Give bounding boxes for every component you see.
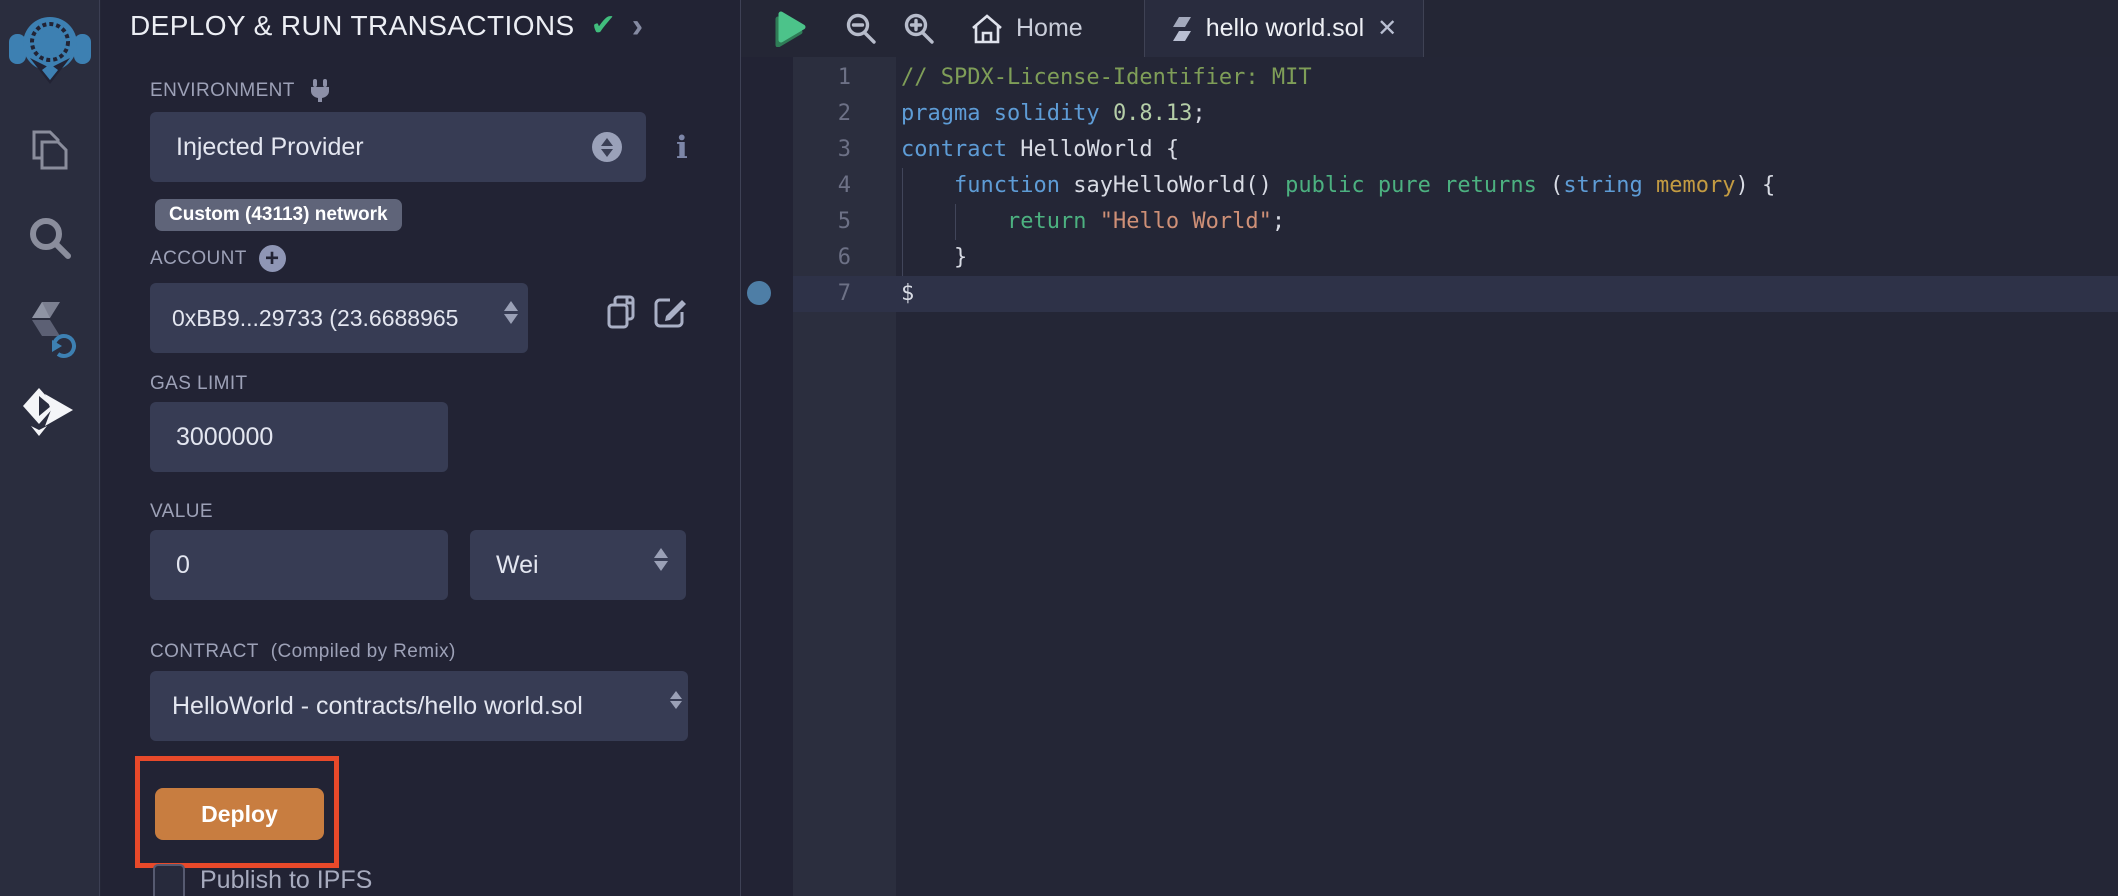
contract-stepper-icon[interactable] xyxy=(670,691,682,709)
line-source: $ xyxy=(901,276,914,312)
code-line: 7$ xyxy=(741,276,2118,312)
edit-icon[interactable] xyxy=(652,294,688,330)
value-unit-select[interactable]: Wei xyxy=(470,530,686,600)
remix-ide-window: DEPLOY & RUN TRANSACTIONS ✔ › ENVIRONMEN… xyxy=(0,0,2118,896)
code-line: 5 return "Hello World"; xyxy=(741,204,2118,240)
value-label: VALUE xyxy=(150,501,213,523)
line-source: contract HelloWorld { xyxy=(901,132,1179,168)
file-explorer-icon[interactable] xyxy=(0,126,100,174)
code-line: 6 } xyxy=(741,240,2118,276)
icon-rail xyxy=(0,0,100,896)
remix-logo[interactable] xyxy=(0,6,100,90)
account-label: ACCOUNT xyxy=(150,248,247,270)
tab-home[interactable]: Home xyxy=(956,0,1097,57)
line-number[interactable]: 5 xyxy=(793,204,851,240)
environment-stepper-icon[interactable] xyxy=(592,132,622,162)
line-number[interactable]: 3 xyxy=(793,132,851,168)
code-editor-region: Home hello world.sol ✕ 1 // SPDX-License-… xyxy=(740,0,2118,896)
contract-label-row: CONTRACT (Compiled by Remix) xyxy=(150,641,456,663)
account-label-row: ACCOUNT + xyxy=(150,245,286,272)
unit-stepper-icon[interactable] xyxy=(654,548,668,571)
line-number[interactable]: 6 xyxy=(793,240,851,276)
check-icon: ✔ xyxy=(591,8,616,43)
code-line: 3 contract HelloWorld { xyxy=(741,132,2118,168)
zoom-out-icon[interactable] xyxy=(841,0,881,57)
contract-sublabel: (Compiled by Remix) xyxy=(271,641,456,663)
account-stepper-icon[interactable] xyxy=(504,301,518,324)
contract-select[interactable]: HelloWorld - contracts/hello world.sol xyxy=(150,671,688,741)
line-number[interactable]: 4 xyxy=(793,168,851,204)
environment-label-row: ENVIRONMENT xyxy=(150,78,333,104)
line-source: return "Hello World"; xyxy=(901,204,1285,240)
gas-limit-input[interactable]: 3000000 xyxy=(150,402,448,472)
tab-hello-world-sol[interactable]: hello world.sol ✕ xyxy=(1144,0,1424,57)
play-icon[interactable] xyxy=(769,0,813,57)
line-number[interactable]: 1 xyxy=(793,60,851,96)
gas-limit-value: 3000000 xyxy=(150,423,273,452)
plus-icon[interactable]: + xyxy=(259,245,286,272)
tab-active-label: hello world.sol xyxy=(1206,14,1364,43)
line-source: pragma solidity 0.8.13; xyxy=(901,96,1206,132)
account-select[interactable]: 0xBB9...29733 (23.6688965 xyxy=(150,283,528,353)
solidity-file-icon xyxy=(1171,16,1193,42)
line-source: // SPDX-License-Identifier: MIT xyxy=(901,60,1312,96)
code-line: 4 function sayHelloWorld() public pure r… xyxy=(741,168,2118,204)
value-input[interactable]: 0 xyxy=(150,530,448,600)
line-source: function sayHelloWorld() public pure ret… xyxy=(901,168,1775,204)
solidity-compiler-icon[interactable] xyxy=(0,300,100,362)
zoom-in-icon[interactable] xyxy=(899,0,939,57)
environment-value: Injected Provider xyxy=(150,133,364,162)
value-amount: 0 xyxy=(150,551,190,580)
line-source: } xyxy=(901,240,967,276)
publish-ipfs-label: Publish to IPFS xyxy=(200,866,372,895)
code-line: 2 pragma solidity 0.8.13; xyxy=(741,96,2118,132)
deploy-run-panel: DEPLOY & RUN TRANSACTIONS ✔ › ENVIRONMEN… xyxy=(101,0,740,896)
gas-limit-label: GAS LIMIT xyxy=(150,373,248,395)
tab-home-label: Home xyxy=(1016,14,1083,43)
environment-select[interactable]: Injected Provider xyxy=(150,112,646,182)
code-line: 1 // SPDX-License-Identifier: MIT xyxy=(741,60,2118,96)
home-icon xyxy=(970,13,1004,45)
copy-icon[interactable] xyxy=(605,294,639,330)
value-unit: Wei xyxy=(470,551,539,580)
network-badge: Custom (43113) network xyxy=(155,199,402,231)
line-number[interactable]: 2 xyxy=(793,96,851,132)
close-icon[interactable]: ✕ xyxy=(1377,14,1397,43)
deploy-run-icon[interactable] xyxy=(0,386,100,438)
info-icon[interactable]: i xyxy=(676,130,688,166)
deploy-button[interactable]: Deploy xyxy=(155,788,324,840)
chevron-right-icon[interactable]: › xyxy=(632,11,643,41)
panel-title: DEPLOY & RUN TRANSACTIONS xyxy=(130,10,575,42)
editor-tabbar: Home hello world.sol ✕ xyxy=(741,0,2118,57)
panel-header: DEPLOY & RUN TRANSACTIONS ✔ › xyxy=(130,8,643,43)
account-value: 0xBB9...29733 (23.6688965 xyxy=(150,305,458,332)
search-icon[interactable] xyxy=(0,214,100,262)
contract-value: HelloWorld - contracts/hello world.sol xyxy=(150,692,583,721)
contract-label: CONTRACT xyxy=(150,641,259,663)
plug-icon xyxy=(307,78,333,104)
environment-label: ENVIRONMENT xyxy=(150,80,295,102)
line-number[interactable]: 7 xyxy=(793,276,851,312)
publish-ipfs-checkbox[interactable] xyxy=(153,864,185,896)
